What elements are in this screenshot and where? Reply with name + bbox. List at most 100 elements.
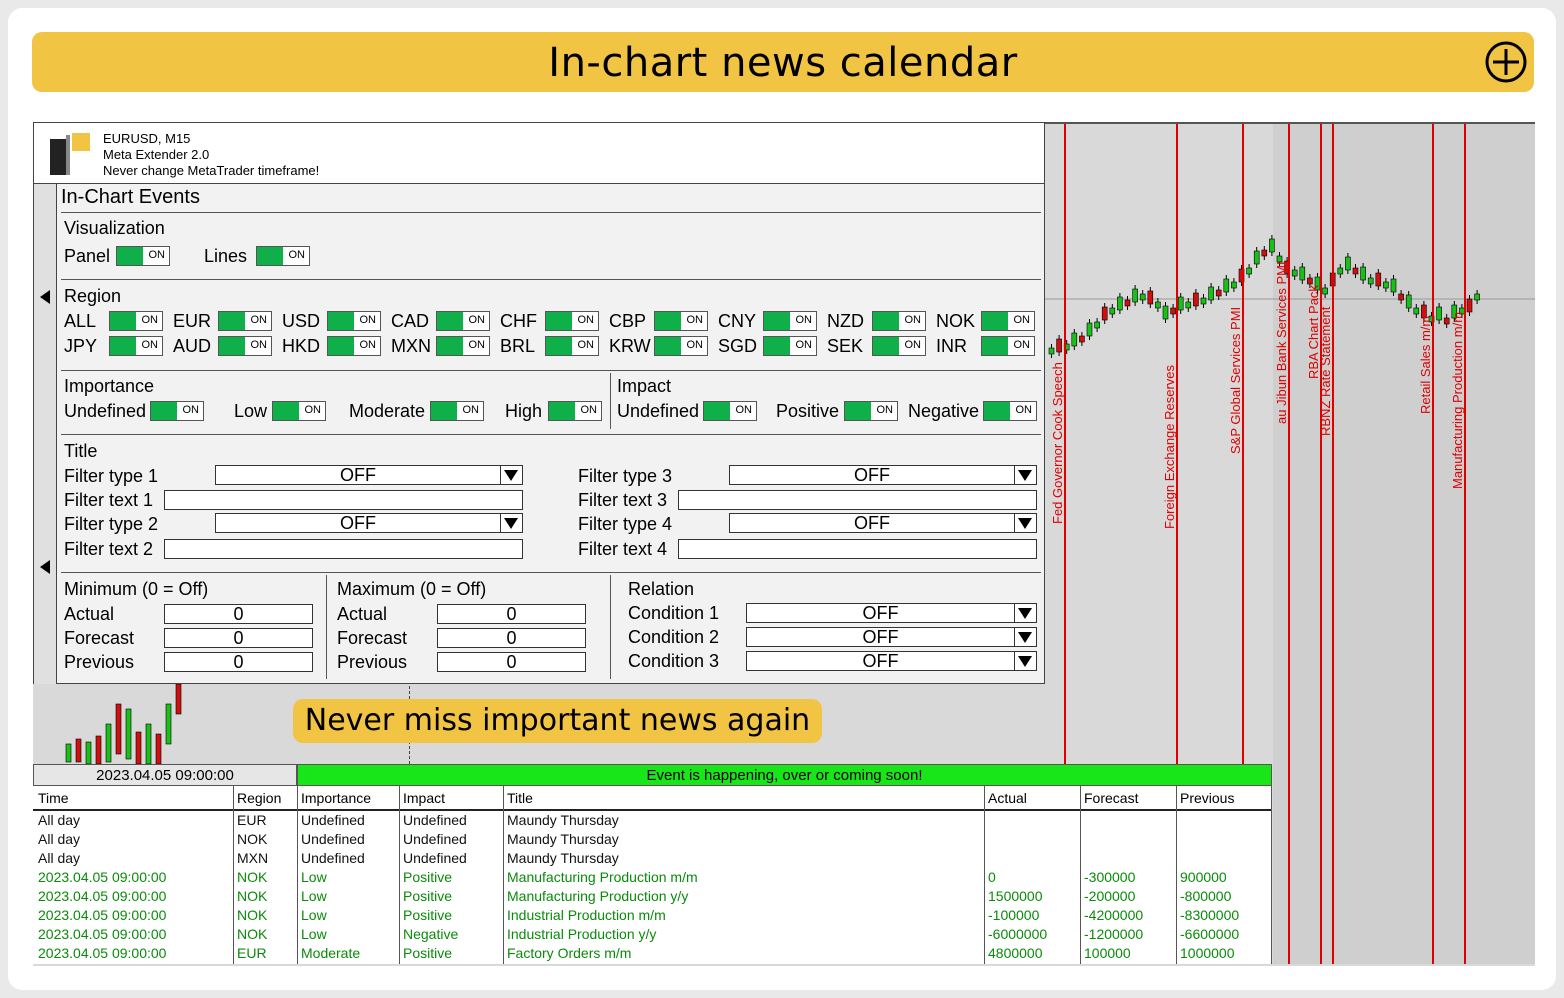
region-toggle-cad[interactable]: ON [436, 311, 490, 331]
table-cell[interactable]: 900000 [1180, 869, 1227, 885]
table-cell[interactable]: -100000 [988, 907, 1039, 923]
filter-type-2-dropdown[interactable]: OFF [215, 513, 523, 533]
table-header-actual[interactable]: Actual [988, 790, 1027, 806]
table-cell[interactable]: 1500000 [988, 888, 1043, 904]
side-collapse-bar[interactable] [34, 184, 57, 684]
table-cell[interactable]: NOK [237, 888, 267, 904]
condition-3-dropdown[interactable]: OFF [746, 651, 1037, 671]
table-cell[interactable]: Positive [403, 869, 452, 885]
region-toggle-inr[interactable]: ON [981, 336, 1035, 356]
table-cell[interactable]: 2023.04.05 09:00:00 [38, 926, 166, 942]
table-cell[interactable]: -1200000 [1084, 926, 1143, 942]
table-cell[interactable]: NOK [237, 831, 267, 847]
table-cell[interactable]: -8300000 [1180, 907, 1239, 923]
min-forecast-input[interactable]: 0 [164, 628, 313, 648]
table-cell[interactable]: Undefined [301, 850, 365, 866]
impact-positive-toggle[interactable]: ON [844, 401, 898, 421]
table-cell[interactable]: NOK [237, 869, 267, 885]
table-cell[interactable]: Undefined [403, 831, 467, 847]
filter-type-3-dropdown[interactable]: OFF [729, 465, 1037, 485]
max-forecast-input[interactable]: 0 [437, 628, 586, 648]
impact-undefined-toggle[interactable]: ON [703, 401, 757, 421]
table-header-impact[interactable]: Impact [403, 790, 445, 806]
min-actual-input[interactable]: 0 [164, 604, 313, 624]
table-cell[interactable]: -800000 [1180, 888, 1231, 904]
table-cell[interactable]: Manufacturing Production m/m [507, 869, 698, 885]
region-toggle-cny[interactable]: ON [763, 311, 817, 331]
table-cell[interactable]: 2023.04.05 09:00:00 [38, 869, 166, 885]
panel-toggle[interactable]: ON [116, 246, 170, 266]
table-cell[interactable]: Low [301, 869, 327, 885]
table-cell[interactable]: Positive [403, 945, 452, 961]
impact-negative-toggle[interactable]: ON [983, 401, 1037, 421]
importance-moderate-toggle[interactable]: ON [430, 401, 484, 421]
table-cell[interactable]: EUR [237, 945, 267, 961]
table-cell[interactable]: Maundy Thursday [507, 831, 619, 847]
filter-type-4-dropdown[interactable]: OFF [729, 513, 1037, 533]
table-header-title[interactable]: Title [507, 790, 533, 806]
table-cell[interactable]: All day [38, 812, 80, 828]
region-toggle-nzd[interactable]: ON [872, 311, 926, 331]
condition-2-dropdown[interactable]: OFF [746, 627, 1037, 647]
table-cell[interactable]: Positive [403, 888, 452, 904]
lines-toggle[interactable]: ON [256, 246, 310, 266]
table-cell[interactable]: Industrial Production y/y [507, 926, 656, 942]
table-cell[interactable]: Undefined [301, 812, 365, 828]
table-cell[interactable]: 2023.04.05 09:00:00 [38, 888, 166, 904]
region-toggle-krw[interactable]: ON [654, 336, 708, 356]
table-cell[interactable]: Manufacturing Production y/y [507, 888, 688, 904]
table-cell[interactable]: Negative [403, 926, 458, 942]
table-cell[interactable]: Undefined [403, 850, 467, 866]
importance-low-toggle[interactable]: ON [272, 401, 326, 421]
min-previous-input[interactable]: 0 [164, 652, 313, 672]
filter-type-1-dropdown[interactable]: OFF [215, 465, 523, 485]
table-cell[interactable]: Factory Orders m/m [507, 945, 631, 961]
region-toggle-jpy[interactable]: ON [109, 336, 163, 356]
table-cell[interactable]: 1000000 [1180, 945, 1235, 961]
region-toggle-brl[interactable]: ON [545, 336, 599, 356]
table-cell[interactable]: Undefined [403, 812, 467, 828]
table-header-region[interactable]: Region [237, 790, 281, 806]
table-cell[interactable]: -300000 [1084, 869, 1135, 885]
collapse-left-icon[interactable] [40, 290, 50, 304]
table-cell[interactable]: Maundy Thursday [507, 850, 619, 866]
importance-high-toggle[interactable]: ON [548, 401, 602, 421]
table-header-previous[interactable]: Previous [1180, 790, 1234, 806]
region-toggle-chf[interactable]: ON [545, 311, 599, 331]
table-cell[interactable]: 4800000 [988, 945, 1043, 961]
table-cell[interactable]: Industrial Production m/m [507, 907, 666, 923]
max-previous-input[interactable]: 0 [437, 652, 586, 672]
filter-text-3-input[interactable] [678, 490, 1037, 510]
table-cell[interactable]: -4200000 [1084, 907, 1143, 923]
table-cell[interactable]: 0 [988, 869, 996, 885]
table-header-forecast[interactable]: Forecast [1084, 790, 1138, 806]
importance-undefined-toggle[interactable]: ON [150, 401, 204, 421]
table-cell[interactable]: -200000 [1084, 888, 1135, 904]
table-header-time[interactable]: Time [38, 790, 69, 806]
region-toggle-sek[interactable]: ON [872, 336, 926, 356]
table-header-importance[interactable]: Importance [301, 790, 371, 806]
region-toggle-all[interactable]: ON [109, 311, 163, 331]
table-cell[interactable]: Undefined [301, 831, 365, 847]
table-cell[interactable]: 100000 [1084, 945, 1131, 961]
region-toggle-aud[interactable]: ON [218, 336, 272, 356]
region-toggle-eur[interactable]: ON [218, 311, 272, 331]
max-actual-input[interactable]: 0 [437, 604, 586, 624]
table-cell[interactable]: Moderate [301, 945, 360, 961]
region-toggle-hkd[interactable]: ON [327, 336, 381, 356]
region-toggle-mxn[interactable]: ON [436, 336, 490, 356]
condition-1-dropdown[interactable]: OFF [746, 603, 1037, 623]
filter-text-2-input[interactable] [164, 539, 523, 559]
region-toggle-usd[interactable]: ON [327, 311, 381, 331]
table-cell[interactable]: -6000000 [988, 926, 1047, 942]
price-chart-lower-left[interactable] [34, 684, 296, 764]
table-cell[interactable]: NOK [237, 907, 267, 923]
collapse-left-icon[interactable] [40, 560, 50, 574]
table-cell[interactable]: -6600000 [1180, 926, 1239, 942]
region-toggle-nok[interactable]: ON [981, 311, 1035, 331]
table-cell[interactable]: MXN [237, 850, 268, 866]
table-cell[interactable]: Positive [403, 907, 452, 923]
table-cell[interactable]: Low [301, 888, 327, 904]
table-cell[interactable]: All day [38, 831, 80, 847]
region-toggle-sgd[interactable]: ON [763, 336, 817, 356]
